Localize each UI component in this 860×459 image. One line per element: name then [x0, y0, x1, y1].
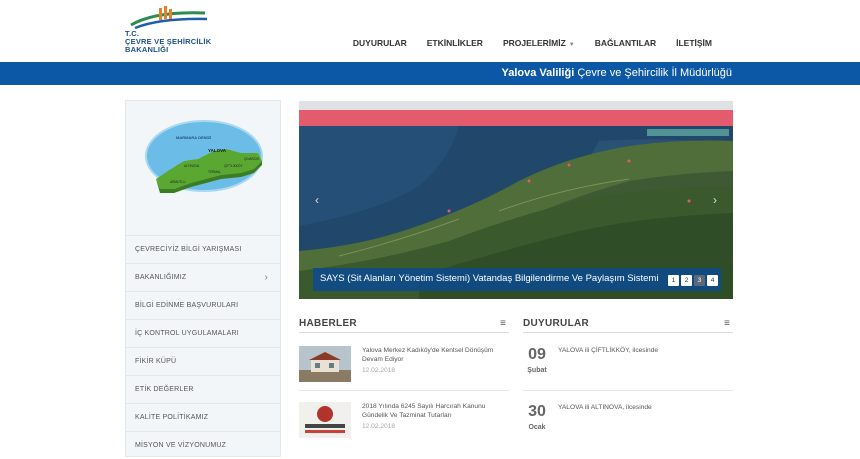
sidebar: MARMARA DENİZİ YALOVA ALTINOVA ÇİFTLİKKÖ… — [125, 100, 281, 457]
nav-duyurular[interactable]: DUYURULAR — [343, 38, 417, 48]
sidebar-item-ic-kontrol[interactable]: İÇ KONTROL UYGULAMALARI — [126, 319, 280, 347]
slider-next-icon[interactable]: › — [713, 193, 717, 207]
svg-text:ARMUTLU: ARMUTLU — [170, 180, 186, 184]
svg-text:TERMAL: TERMAL — [208, 170, 221, 174]
nav-projelerimiz[interactable]: PROJELERİMİZ ▼ — [493, 38, 585, 48]
nav-baglantilar[interactable]: BAĞLANTILAR — [585, 38, 666, 48]
title-band: Yalova Valiliği Çevre ve Şehircilik İl M… — [0, 62, 860, 85]
news-item[interactable]: 2018 Yılında 6245 Sayılı Harcırah Kanunu… — [299, 402, 509, 452]
ministry-logo[interactable]: T.C. ÇEVRE VE ŞEHİRCİLİK BAKANLIĞI — [125, 5, 215, 57]
logo-text: T.C. ÇEVRE VE ŞEHİRCİLİK BAKANLIĞI — [125, 30, 211, 54]
svg-text:YALOVA: YALOVA — [208, 148, 227, 153]
news-thumbnail-image — [299, 402, 351, 438]
logo-line: BAKANLIĞI — [125, 45, 169, 54]
news-thumbnail-image — [299, 346, 351, 382]
slider-page-button[interactable]: 2 — [681, 275, 692, 286]
announcement-text[interactable]: YALOVA ili ÇİFTLİKKÖY, ilcesinde — [558, 347, 658, 354]
main-nav: DUYURULAR ETKİNLİKLER PROJELERİMİZ ▼ BAĞL… — [343, 38, 722, 48]
sidebar-item-kalite[interactable]: KALİTE POLİTİKAMIZ — [126, 403, 280, 431]
sidebar-menu: ÇEVRECİYİZ BİLGİ YARIŞMASI BAKANLIĞIMIZ ›… — [126, 235, 280, 459]
news-item-divider — [299, 390, 509, 391]
site-header: T.C. ÇEVRE VE ŞEHİRCİLİK BAKANLIĞI DUYUR… — [0, 0, 860, 62]
announcement-day: 09 — [528, 346, 546, 363]
sidebar-item-etik-degerler[interactable]: ETİK DEĞERLER — [126, 375, 280, 403]
news-section-title: HABERLER — [299, 318, 357, 329]
svg-text:MARMARA DENİZİ: MARMARA DENİZİ — [176, 135, 211, 140]
nav-iletisim[interactable]: İLETİŞİM — [666, 38, 722, 48]
news-item-title[interactable]: Yalova Merkez Kadıköy'de Kentsel Dönüşüm… — [362, 347, 508, 364]
news-item-date: 12.02.2018 — [362, 367, 396, 374]
slider-prev-icon[interactable]: ‹ — [315, 193, 319, 207]
news-item-title[interactable]: 2018 Yılında 6245 Sayılı Harcırah Kanunu… — [362, 403, 508, 420]
yalova-map[interactable]: MARMARA DENİZİ YALOVA ALTINOVA ÇİFTLİKKÖ… — [126, 101, 280, 235]
announcements-divider — [523, 332, 733, 333]
svg-text:ÇINARCIK: ÇINARCIK — [244, 157, 260, 161]
news-menu-icon[interactable]: ≡ — [500, 318, 506, 329]
chevron-right-icon: › — [264, 272, 268, 283]
slider-caption-text: SAYS (Sit Alanları Yönetim Sistemi) Vata… — [320, 273, 659, 284]
announcements-menu-icon[interactable]: ≡ — [724, 318, 730, 329]
chevron-down-icon: ▼ — [568, 42, 575, 48]
sidebar-item-misyon[interactable]: MİSYON VE VİZYONUMUZ — [126, 431, 280, 459]
slider-caption[interactable]: SAYS (Sit Alanları Yönetim Sistemi) Vata… — [313, 268, 721, 291]
announcement-item-divider — [523, 390, 733, 391]
sidebar-item-bakanligimiz[interactable]: BAKANLIĞIMIZ › — [126, 263, 280, 291]
sidebar-item-fikir-kupu[interactable]: FİKİR KÜPÜ — [126, 347, 280, 375]
sidebar-item-cevreciyiz[interactable]: ÇEVRECİYİZ BİLGİ YARIŞMASI — [126, 235, 280, 263]
news-divider — [299, 332, 509, 333]
announcement-text[interactable]: YALOVA ili ALTINOVA, ilcesinde — [558, 404, 652, 411]
nav-etkinlikler[interactable]: ETKİNLİKLER — [417, 38, 493, 48]
announcement-item[interactable]: 30 Ocak YALOVA ili ALTINOVA, ilcesinde — [523, 403, 733, 453]
news-item[interactable]: Yalova Merkez Kadıköy'de Kentsel Dönüşüm… — [299, 346, 509, 396]
news-item-date: 12.02.2018 — [362, 423, 396, 430]
slider-page-button[interactable]: 4 — [707, 275, 718, 286]
browser-bar — [299, 101, 733, 110]
slider-page-button[interactable]: 1 — [668, 275, 679, 286]
sidebar-item-bilgi-edinme[interactable]: BİLGİ EDİNME BAŞVURULARI — [126, 291, 280, 319]
slider-page-button-active[interactable]: 3 — [694, 275, 705, 286]
slider-pagination: 1 2 3 4 — [668, 275, 718, 286]
announcement-item[interactable]: 09 Şubat YALOVA ili ÇİFTLİKKÖY, ilcesind… — [523, 346, 733, 396]
screenshot-nav-bar — [299, 110, 733, 126]
logo-emblem-icon — [130, 6, 208, 30]
announcement-month: Ocak — [528, 424, 546, 431]
directorate-title: Yalova Valiliği Çevre ve Şehircilik İl M… — [501, 67, 733, 79]
image-slider[interactable]: ‹ › SAYS (Sit Alanları Yönetim Sistemi) … — [299, 101, 733, 299]
yalova-map-graphic: MARMARA DENİZİ YALOVA ALTINOVA ÇİFTLİKKÖ… — [145, 120, 263, 193]
svg-text:ALTINOVA: ALTINOVA — [184, 164, 200, 168]
announcements-section-title: DUYURULAR — [523, 318, 590, 329]
svg-text:ÇİFTLİKKÖY: ÇİFTLİKKÖY — [224, 163, 243, 168]
announcement-day: 30 — [528, 403, 546, 420]
announcement-month: Şubat — [527, 367, 547, 374]
